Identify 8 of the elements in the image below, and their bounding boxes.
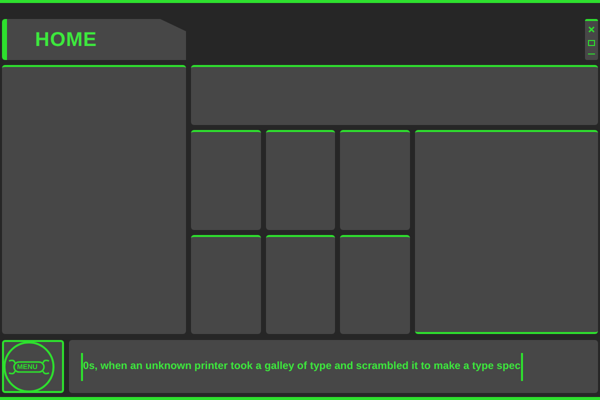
ticker-field[interactable]: 0s, when an unknown printer took a galley of type and scrambled it to make a type spec	[69, 340, 598, 393]
minimize-icon[interactable]	[588, 52, 595, 55]
home-tab[interactable]: HOME	[2, 19, 186, 60]
close-icon[interactable]	[588, 26, 595, 34]
ticker-text: 0s, when an unknown printer took a galley of type and scrambled it to make a type spec	[83, 358, 521, 374]
page-title: HOME	[35, 28, 97, 52]
wheel-icon	[3, 341, 55, 393]
maximize-icon[interactable]	[588, 40, 595, 46]
